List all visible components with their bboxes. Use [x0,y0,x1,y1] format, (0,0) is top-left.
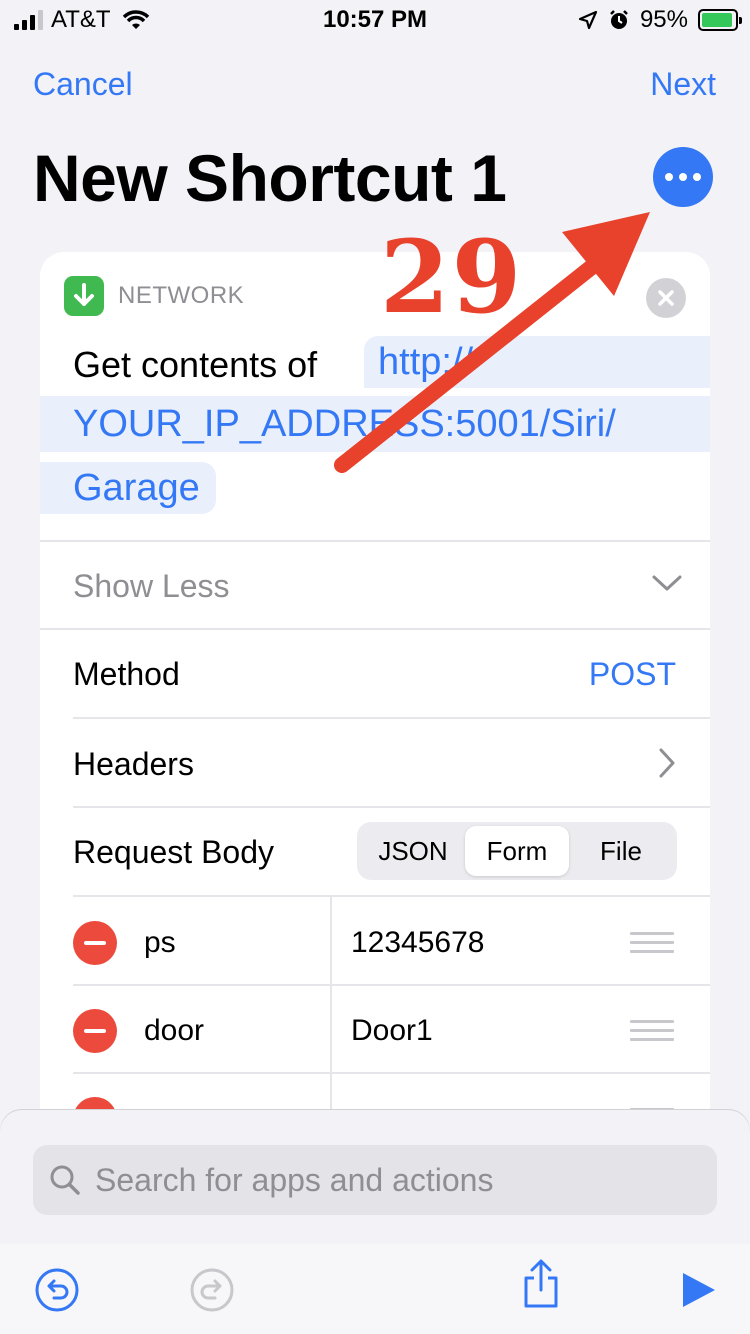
remove-action-button[interactable] [646,278,686,318]
battery-icon [698,9,742,31]
url-token-line-2[interactable]: YOUR_IP_ADDRESS:5001/Siri/ [40,396,710,452]
undo-icon [35,1268,79,1312]
run-button[interactable] [674,1266,722,1314]
method-label: Method [73,656,180,692]
divider [40,540,710,542]
form-value[interactable]: 12345678 [351,926,484,960]
minus-icon [84,1029,106,1033]
share-button[interactable] [517,1259,565,1308]
request-body-label: Request Body [73,834,275,870]
search-icon [50,1165,80,1195]
divider [73,1072,710,1074]
reorder-grip-icon[interactable] [630,932,674,959]
chevron-down-icon[interactable] [652,574,682,592]
divider [73,806,710,808]
divider [73,717,710,719]
body-type-segmented-control: JSON Form File [357,822,677,880]
delete-field-button[interactable] [73,1009,117,1053]
segment-form[interactable]: Form [465,826,569,876]
show-less-button[interactable]: Show Less [73,568,230,605]
search-placeholder: Search for apps and actions [95,1161,494,1198]
play-icon [683,1273,715,1307]
method-value[interactable]: POST [589,656,676,693]
column-divider [330,897,332,985]
close-icon [658,290,674,306]
segment-file[interactable]: File [569,826,673,876]
page-title: New Shortcut 1 [33,141,507,215]
status-right: 95% [578,6,742,34]
search-input[interactable]: Search for apps and actions [33,1145,717,1215]
form-value[interactable]: Door1 [351,1014,433,1048]
battery-percent: 95% [639,6,688,33]
get-contents-action-card: NETWORK Get contents of http:// YOUR_IP_… [40,252,710,1132]
status-bar: AT&T 10:57 PM 95% [0,0,750,40]
category-label: NETWORK [118,282,245,309]
divider [40,628,710,630]
share-icon [524,1259,558,1308]
annotation-step-number: 29 [380,218,524,336]
divider [73,984,710,986]
redo-icon [190,1268,234,1312]
delete-field-button[interactable] [73,921,117,965]
column-divider [330,986,332,1074]
url-token-line-3[interactable]: Garage [40,462,216,514]
url-token-line-1[interactable]: http:// [364,336,710,388]
bottom-toolbar [0,1244,750,1334]
alarm-icon [610,10,628,29]
divider [73,895,710,897]
more-options-button[interactable] [653,147,713,207]
minus-icon [84,941,106,945]
chevron-right-icon [659,748,675,778]
action-search-panel: Search for apps and actions [0,1110,750,1334]
form-key[interactable]: ps [144,926,176,960]
download-arrow-icon [64,276,104,316]
redo-button[interactable] [188,1266,236,1314]
headers-row[interactable]: Headers [73,746,194,783]
ellipsis-icon [665,173,701,181]
action-category: NETWORK [64,276,244,316]
next-button[interactable]: Next [650,66,716,103]
location-icon [578,10,598,30]
cancel-button[interactable]: Cancel [33,66,133,103]
undo-button[interactable] [33,1266,81,1314]
action-prefix: Get contents of [73,344,318,385]
reorder-grip-icon[interactable] [630,1020,674,1047]
form-key[interactable]: door [144,1014,204,1048]
segment-json[interactable]: JSON [361,826,465,876]
